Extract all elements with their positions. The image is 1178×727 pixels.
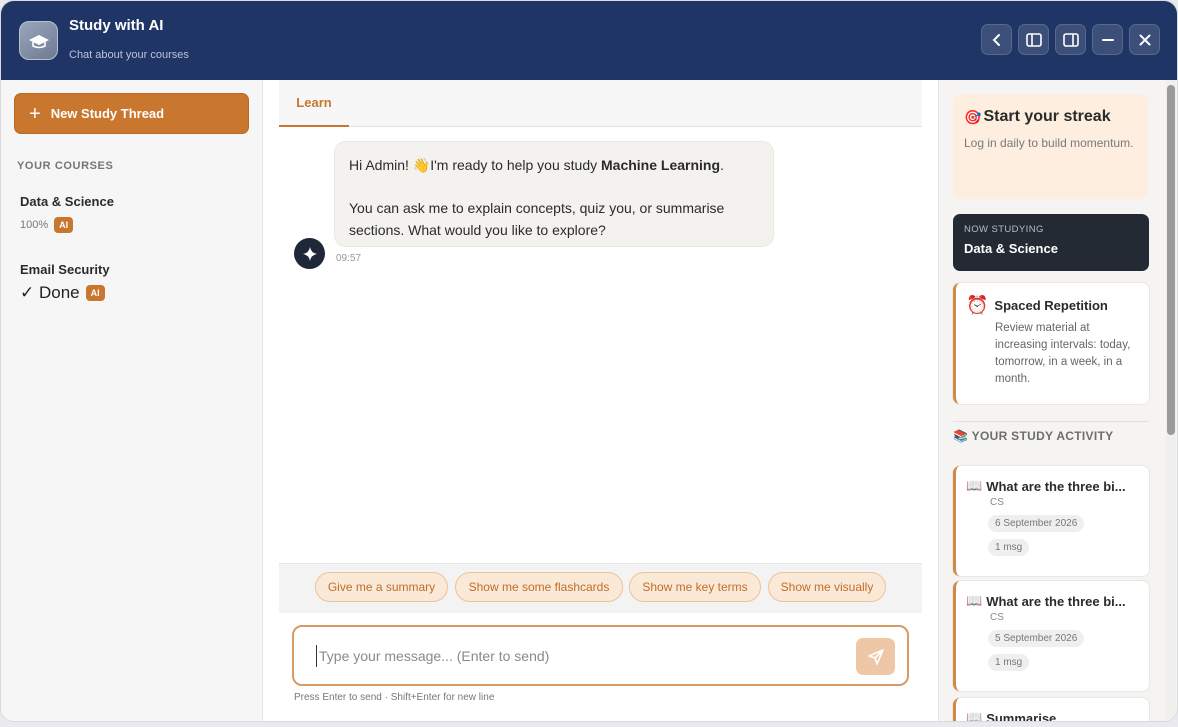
back-button[interactable] bbox=[981, 24, 1012, 55]
suggestion-flashcards[interactable]: Show me some flashcards bbox=[455, 572, 623, 602]
new-study-thread-button[interactable]: + New Study Thread bbox=[14, 93, 249, 134]
composer-hint: Press Enter to send · Shift+Enter for ne… bbox=[294, 692, 495, 703]
close-icon bbox=[1139, 34, 1150, 45]
minimize-button[interactable] bbox=[1092, 24, 1123, 55]
activity-count: 1 msg bbox=[988, 539, 1030, 556]
scrollbar-thumb[interactable] bbox=[1167, 85, 1175, 435]
close-button[interactable] bbox=[1129, 24, 1160, 55]
chat-area: Learn Hi Admin! 👋I'm ready to help you s… bbox=[279, 80, 922, 721]
suggestion-summary[interactable]: Give me a summary bbox=[315, 572, 448, 602]
send-button[interactable] bbox=[856, 638, 895, 675]
courses-sidebar: + New Study Thread YOUR COURSES Data & S… bbox=[1, 80, 263, 721]
activity-title: 📖 Summarise bbox=[966, 710, 1139, 722]
suggestion-bar: Give me a summary Show me some flashcard… bbox=[279, 563, 922, 613]
activity-title-text: Summarise bbox=[986, 710, 1057, 722]
streak-title-text: Start your streak bbox=[983, 108, 1111, 125]
assistant-message: Hi Admin! 👋I'm ready to help you study M… bbox=[334, 141, 774, 247]
app-subtitle: Chat about your courses bbox=[69, 49, 189, 61]
ai-badge: AI bbox=[85, 285, 105, 301]
plus-icon: + bbox=[29, 102, 41, 125]
alarm-clock-icon: ⏰ bbox=[966, 295, 989, 315]
sidebar-right-icon bbox=[1062, 32, 1079, 47]
activity-title-text: What are the three bi... bbox=[986, 478, 1126, 494]
open-book-icon: 📖 bbox=[966, 593, 983, 608]
activity-heading: 📚 YOUR STUDY ACTIVITY bbox=[953, 429, 1113, 443]
open-book-icon: 📖 bbox=[966, 710, 983, 722]
study-panel: 🎯 Start your streak Log in daily to buil… bbox=[938, 80, 1177, 722]
spaced-repetition-title: ⏰ Spaced Repetition bbox=[966, 295, 1139, 316]
activity-date: 5 September 2026 bbox=[988, 630, 1085, 647]
courses-heading: YOUR COURSES bbox=[17, 160, 114, 172]
course-item-data-science[interactable]: Data & Science 100% AI bbox=[20, 194, 114, 233]
message-line-1: Hi Admin! 👋I'm ready to help you study M… bbox=[349, 154, 759, 176]
activity-title-text: What are the three bi... bbox=[986, 593, 1126, 609]
app-header: Study with AI Chat about your courses bbox=[1, 1, 1177, 80]
open-book-icon: 📖 bbox=[966, 478, 983, 493]
now-studying-card[interactable]: NOW STUDYING Data & Science bbox=[953, 214, 1149, 271]
chevron-left-icon bbox=[992, 33, 1000, 46]
activity-count: 1 msg bbox=[988, 654, 1030, 671]
toggle-left-panel-button[interactable] bbox=[1018, 24, 1049, 55]
course-progress: 100% bbox=[20, 219, 49, 231]
spaced-repetition-text: Review material at increasing intervals:… bbox=[995, 322, 1131, 385]
message-intro: Hi Admin! 👋I'm ready to help you study bbox=[349, 157, 601, 173]
message-input[interactable] bbox=[316, 645, 836, 667]
spaced-repetition-card: ⏰ Spaced Repetition Review material at i… bbox=[953, 283, 1149, 404]
suggestion-visually[interactable]: Show me visually bbox=[768, 572, 886, 602]
toggle-right-panel-button[interactable] bbox=[1055, 24, 1086, 55]
course-status: ✓ Done bbox=[20, 283, 80, 302]
send-icon bbox=[867, 648, 884, 665]
course-meta: ✓ Done AI bbox=[20, 283, 110, 303]
target-icon: 🎯 bbox=[964, 108, 982, 125]
books-icon: 📚 bbox=[953, 429, 969, 443]
activity-course: CS bbox=[990, 497, 1004, 508]
message-timestamp: 09:57 bbox=[336, 253, 362, 264]
graduation-cap-icon bbox=[19, 21, 58, 60]
new-study-thread-label: New Study Thread bbox=[50, 106, 165, 121]
ai-badge: AI bbox=[54, 217, 74, 233]
app-window: Study with AI Chat about your courses + … bbox=[0, 0, 1178, 722]
course-meta: 100% AI bbox=[20, 217, 114, 233]
course-name: Email Security bbox=[20, 262, 110, 277]
sparkle-icon bbox=[302, 246, 317, 261]
suggestion-key-terms[interactable]: Show me key terms bbox=[629, 572, 761, 602]
activity-item[interactable]: 📖 Summarise bbox=[953, 698, 1149, 722]
window-controls bbox=[981, 24, 1160, 55]
activity-title: 📖 What are the three bi... bbox=[966, 593, 1139, 609]
streak-title: 🎯 Start your streak bbox=[964, 108, 1137, 126]
divider bbox=[953, 421, 1149, 422]
course-name: Data & Science bbox=[20, 194, 114, 209]
sidebar-left-icon bbox=[1025, 32, 1042, 47]
assistant-avatar bbox=[294, 238, 325, 269]
activity-date: 6 September 2026 bbox=[988, 515, 1085, 532]
activity-title: 📖 What are the three bi... bbox=[966, 478, 1139, 494]
tab-learn[interactable]: Learn bbox=[279, 80, 349, 127]
spaced-repetition-title-text: Spaced Repetition bbox=[994, 298, 1108, 313]
message-composer bbox=[292, 625, 909, 686]
message-course: Machine Learning bbox=[601, 157, 721, 173]
activity-heading-text: YOUR STUDY ACTIVITY bbox=[971, 429, 1114, 443]
now-studying-value: Data & Science bbox=[964, 241, 1058, 256]
activity-course: CS bbox=[990, 612, 1004, 623]
streak-text: Log in daily to build momentum. bbox=[964, 136, 1134, 150]
course-item-email-security[interactable]: Email Security ✓ Done AI bbox=[20, 262, 110, 303]
streak-card: 🎯 Start your streak Log in daily to buil… bbox=[953, 94, 1148, 199]
activity-item[interactable]: 📖 What are the three bi... CS 5 Septembe… bbox=[953, 581, 1149, 691]
minus-icon bbox=[1101, 38, 1114, 41]
tab-bar: Learn bbox=[279, 80, 922, 127]
activity-item[interactable]: 📖 What are the three bi... CS 6 Septembe… bbox=[953, 466, 1149, 576]
message-line-2: You can ask me to explain concepts, quiz… bbox=[349, 200, 725, 238]
app-title: Study with AI bbox=[69, 17, 164, 34]
now-studying-label: NOW STUDYING bbox=[964, 224, 1044, 235]
message-end: . bbox=[720, 157, 724, 173]
